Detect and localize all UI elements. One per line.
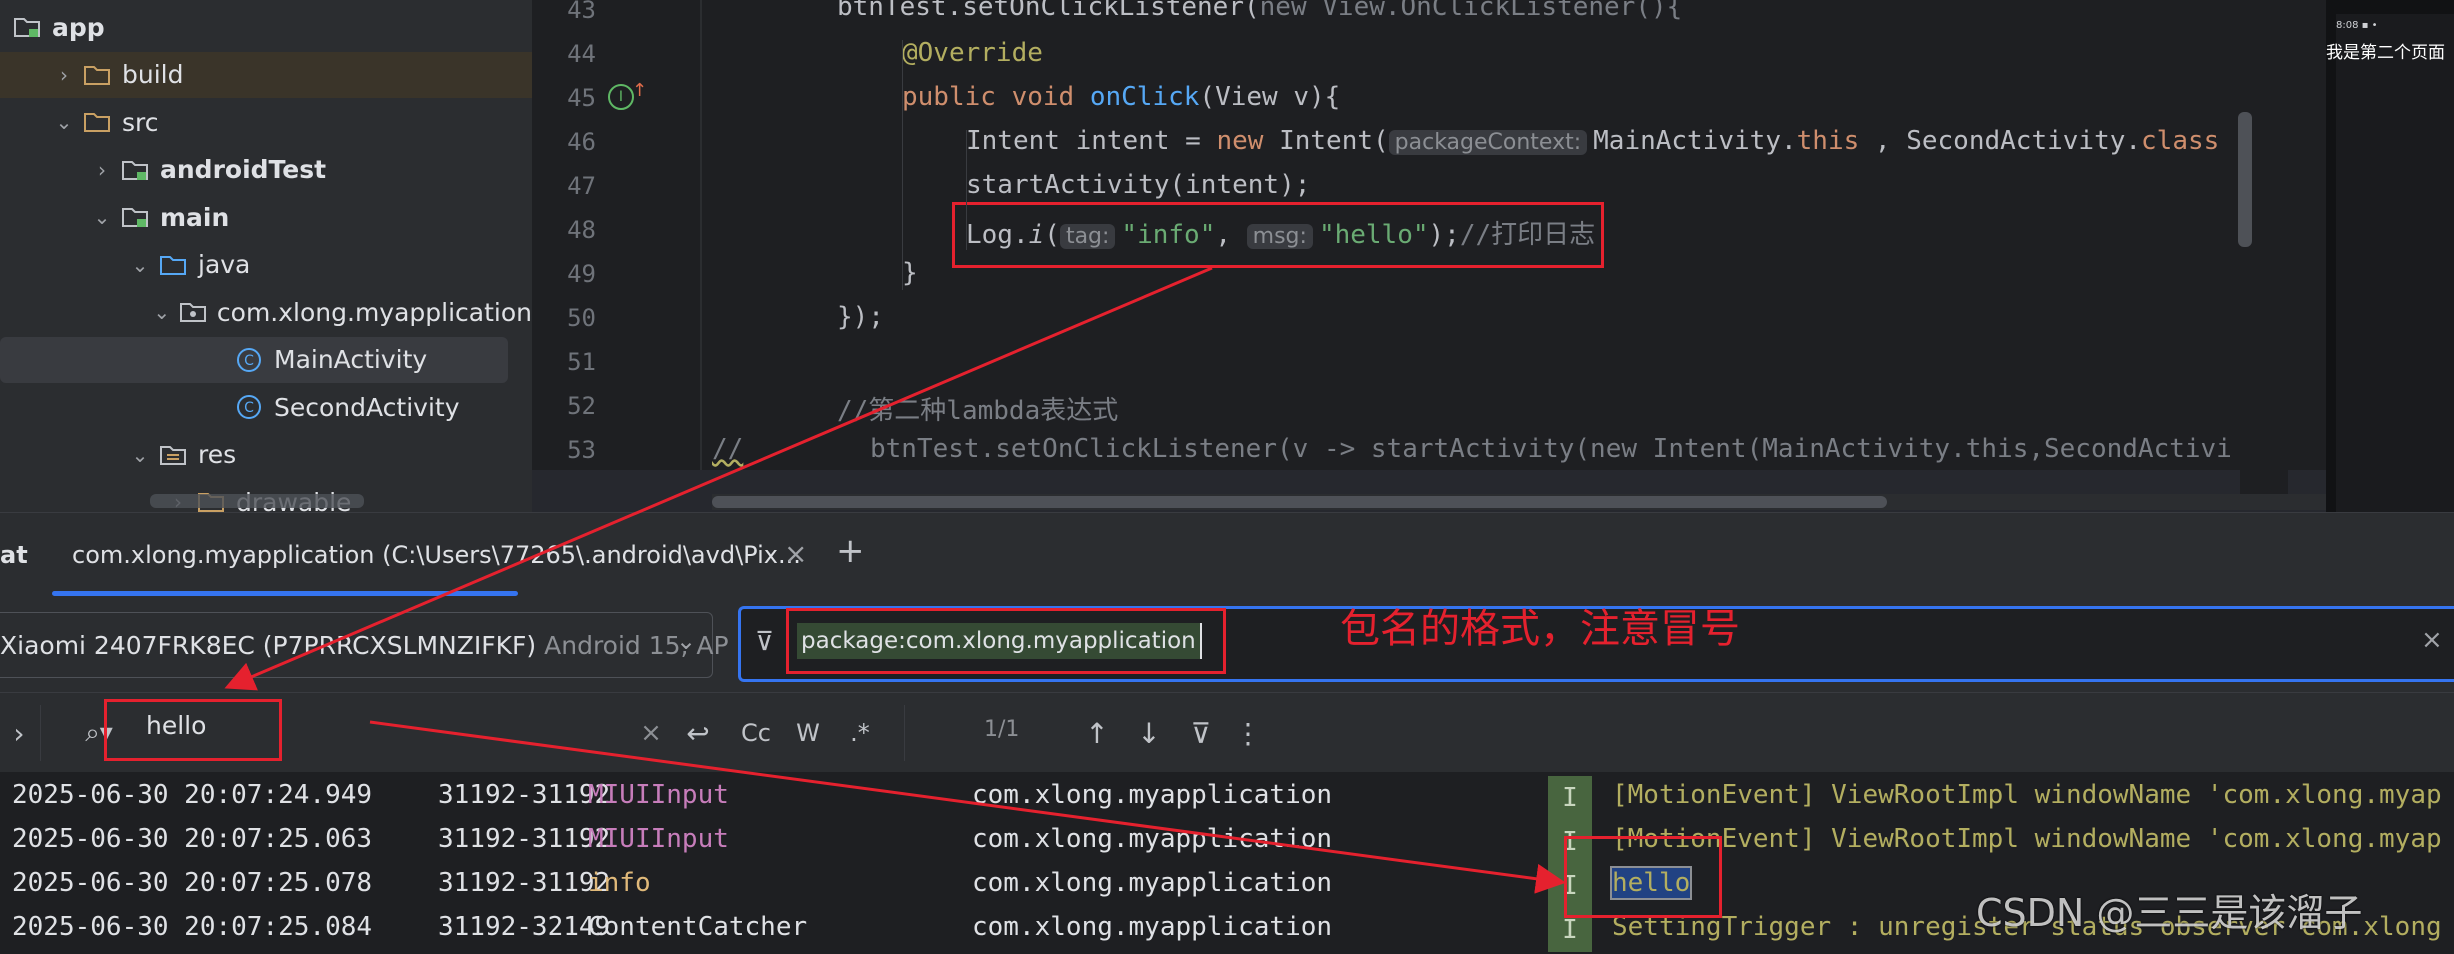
arrow-to-hello: [369, 720, 1566, 894]
annotation-arrows: [224, 266, 1566, 894]
arrow-to-search: [224, 266, 1213, 691]
